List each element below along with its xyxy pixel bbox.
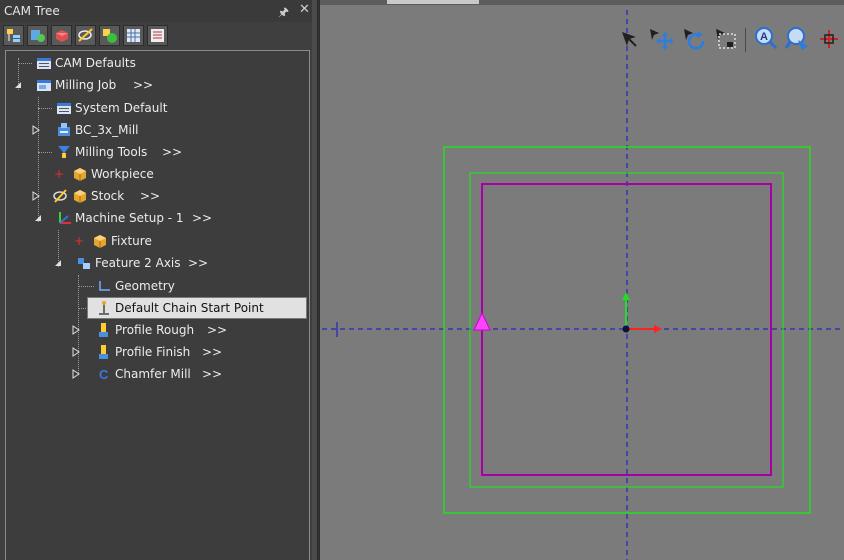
toolpath-toggle-icon[interactable] (75, 25, 96, 46)
x-axis-arrowhead (654, 325, 662, 333)
expand-arrow-icon[interactable] (31, 191, 41, 201)
tree-item-label: Profile Rough (115, 323, 195, 337)
tree-item-label: BC_3x_Mill (75, 123, 139, 137)
feature-icon (78, 258, 90, 269)
more-button[interactable]: >> (202, 342, 222, 362)
expand-arrow-icon[interactable] (71, 369, 81, 379)
tree-item-label: Milling Tools (75, 145, 148, 159)
tree-item-workpiece[interactable]: + Workpiece (0, 164, 310, 184)
axis-icon[interactable] (816, 26, 842, 52)
collapse-arrow-icon[interactable] (13, 80, 23, 90)
tree-item-label: Default Chain Start Point (115, 301, 264, 315)
tree-item-label: CAM Defaults (55, 56, 136, 70)
properties-icon[interactable] (147, 25, 168, 46)
tree-item-machine-setup[interactable]: Machine Setup - 1 >> (0, 208, 310, 228)
tree-item-label: System Default (75, 101, 168, 115)
chamfer-mill-icon: C (99, 367, 109, 382)
geometry-icon (99, 281, 110, 291)
cam-tree-toolbar (0, 22, 317, 50)
status-marker-icon: + (54, 167, 65, 181)
simulate-icon[interactable] (99, 25, 120, 46)
setup-axis-icon (59, 212, 71, 224)
collapse-arrow-icon[interactable] (53, 258, 63, 268)
tree-item-chamfer-mill[interactable]: C Chamfer Mill >> (0, 364, 310, 384)
tree-view-icon[interactable] (3, 25, 24, 46)
tree-item-label: Workpiece (91, 167, 154, 181)
tree-item-label: Machine Setup - 1 (75, 211, 184, 225)
svg-text:A: A (760, 31, 768, 43)
zoom-fit-icon[interactable] (784, 26, 810, 52)
tree-item-system-default[interactable]: System Default (0, 98, 310, 118)
chain-start-marker (473, 311, 491, 331)
more-button[interactable]: >> (188, 253, 208, 273)
origin-point (622, 325, 630, 333)
profile-rough-icon (99, 323, 108, 337)
status-marker-icon: + (74, 234, 85, 248)
tree-item-geometry[interactable]: Geometry (0, 276, 310, 296)
expand-arrow-icon[interactable] (71, 347, 81, 357)
tree-item-label: Feature 2 Axis (95, 256, 181, 270)
more-button[interactable]: >> (192, 208, 212, 228)
tree-item-label: Chamfer Mill (115, 367, 191, 381)
tree-item-chain-start[interactable]: Default Chain Start Point (0, 298, 310, 318)
tree-item-label: Geometry (115, 279, 175, 293)
expand-arrow-icon[interactable] (31, 125, 41, 135)
tree-item-label: Milling Job (55, 78, 117, 92)
fixture-box-icon (94, 235, 106, 248)
tree-item-machine[interactable]: BC_3x_Mill (0, 120, 310, 140)
svg-text:C: C (99, 367, 109, 382)
tree-item-cam-defaults[interactable]: CAM Defaults (0, 53, 310, 73)
more-button[interactable]: >> (207, 320, 227, 340)
tree-item-fixture[interactable]: + Fixture (0, 231, 310, 251)
zoom-window-icon[interactable] (713, 26, 739, 52)
tree-item-label: Fixture (111, 234, 152, 248)
chain-start-point-icon (99, 301, 109, 315)
more-button[interactable]: >> (140, 186, 160, 206)
visibility-toggle-icon[interactable] (52, 188, 68, 204)
drawing-canvas[interactable] (317, 0, 844, 560)
panel-title-bar: CAM Tree 🖈︎ ✕ (0, 0, 317, 22)
graphics-viewport[interactable]: A (317, 0, 844, 560)
tool-library-icon[interactable] (27, 25, 48, 46)
defaults-icon (37, 58, 51, 69)
tree-item-profile-rough[interactable]: Profile Rough >> (0, 320, 310, 340)
grid-view-icon[interactable] (123, 25, 144, 46)
tree-item-label: Stock (91, 189, 125, 203)
system-default-icon (57, 103, 71, 114)
y-axis-arrowhead (622, 292, 630, 300)
tree-item-feature[interactable]: Feature 2 Axis >> (0, 253, 310, 273)
pin-icon[interactable]: 🖈︎ (278, 3, 289, 24)
tree-item-profile-finish[interactable]: Profile Finish >> (0, 342, 310, 362)
stock-icon[interactable] (51, 25, 72, 46)
machine-icon (58, 123, 70, 136)
more-button[interactable]: >> (162, 142, 182, 162)
milling-tools-icon (58, 146, 70, 158)
tree-item-milling-job[interactable]: Milling Job >> (0, 75, 310, 95)
tree-item-stock[interactable]: Stock >> (0, 186, 310, 206)
profile-finish-icon (99, 345, 108, 359)
pan-icon[interactable] (647, 26, 673, 52)
tree-item-milling-tools[interactable]: Milling Tools >> (0, 142, 310, 162)
expand-arrow-icon[interactable] (71, 325, 81, 335)
panel-title: CAM Tree (4, 4, 60, 18)
close-icon[interactable]: ✕ (299, 2, 310, 17)
cam-tree-panel: CAM Tree 🖈︎ ✕ CAM Defaults Milling Job >… (0, 0, 317, 560)
zoom-icon[interactable]: A (753, 26, 779, 52)
stock-box-icon (74, 190, 86, 203)
tree-item-label: Profile Finish (115, 345, 191, 359)
collapse-arrow-icon[interactable] (33, 213, 43, 223)
more-button[interactable]: >> (202, 364, 222, 384)
select-icon[interactable] (616, 26, 642, 52)
toolbar-separator (745, 28, 746, 52)
rotate-icon[interactable] (681, 26, 707, 52)
job-icon (37, 80, 51, 91)
more-button[interactable]: >> (133, 75, 153, 95)
workpiece-box-icon (74, 168, 86, 181)
